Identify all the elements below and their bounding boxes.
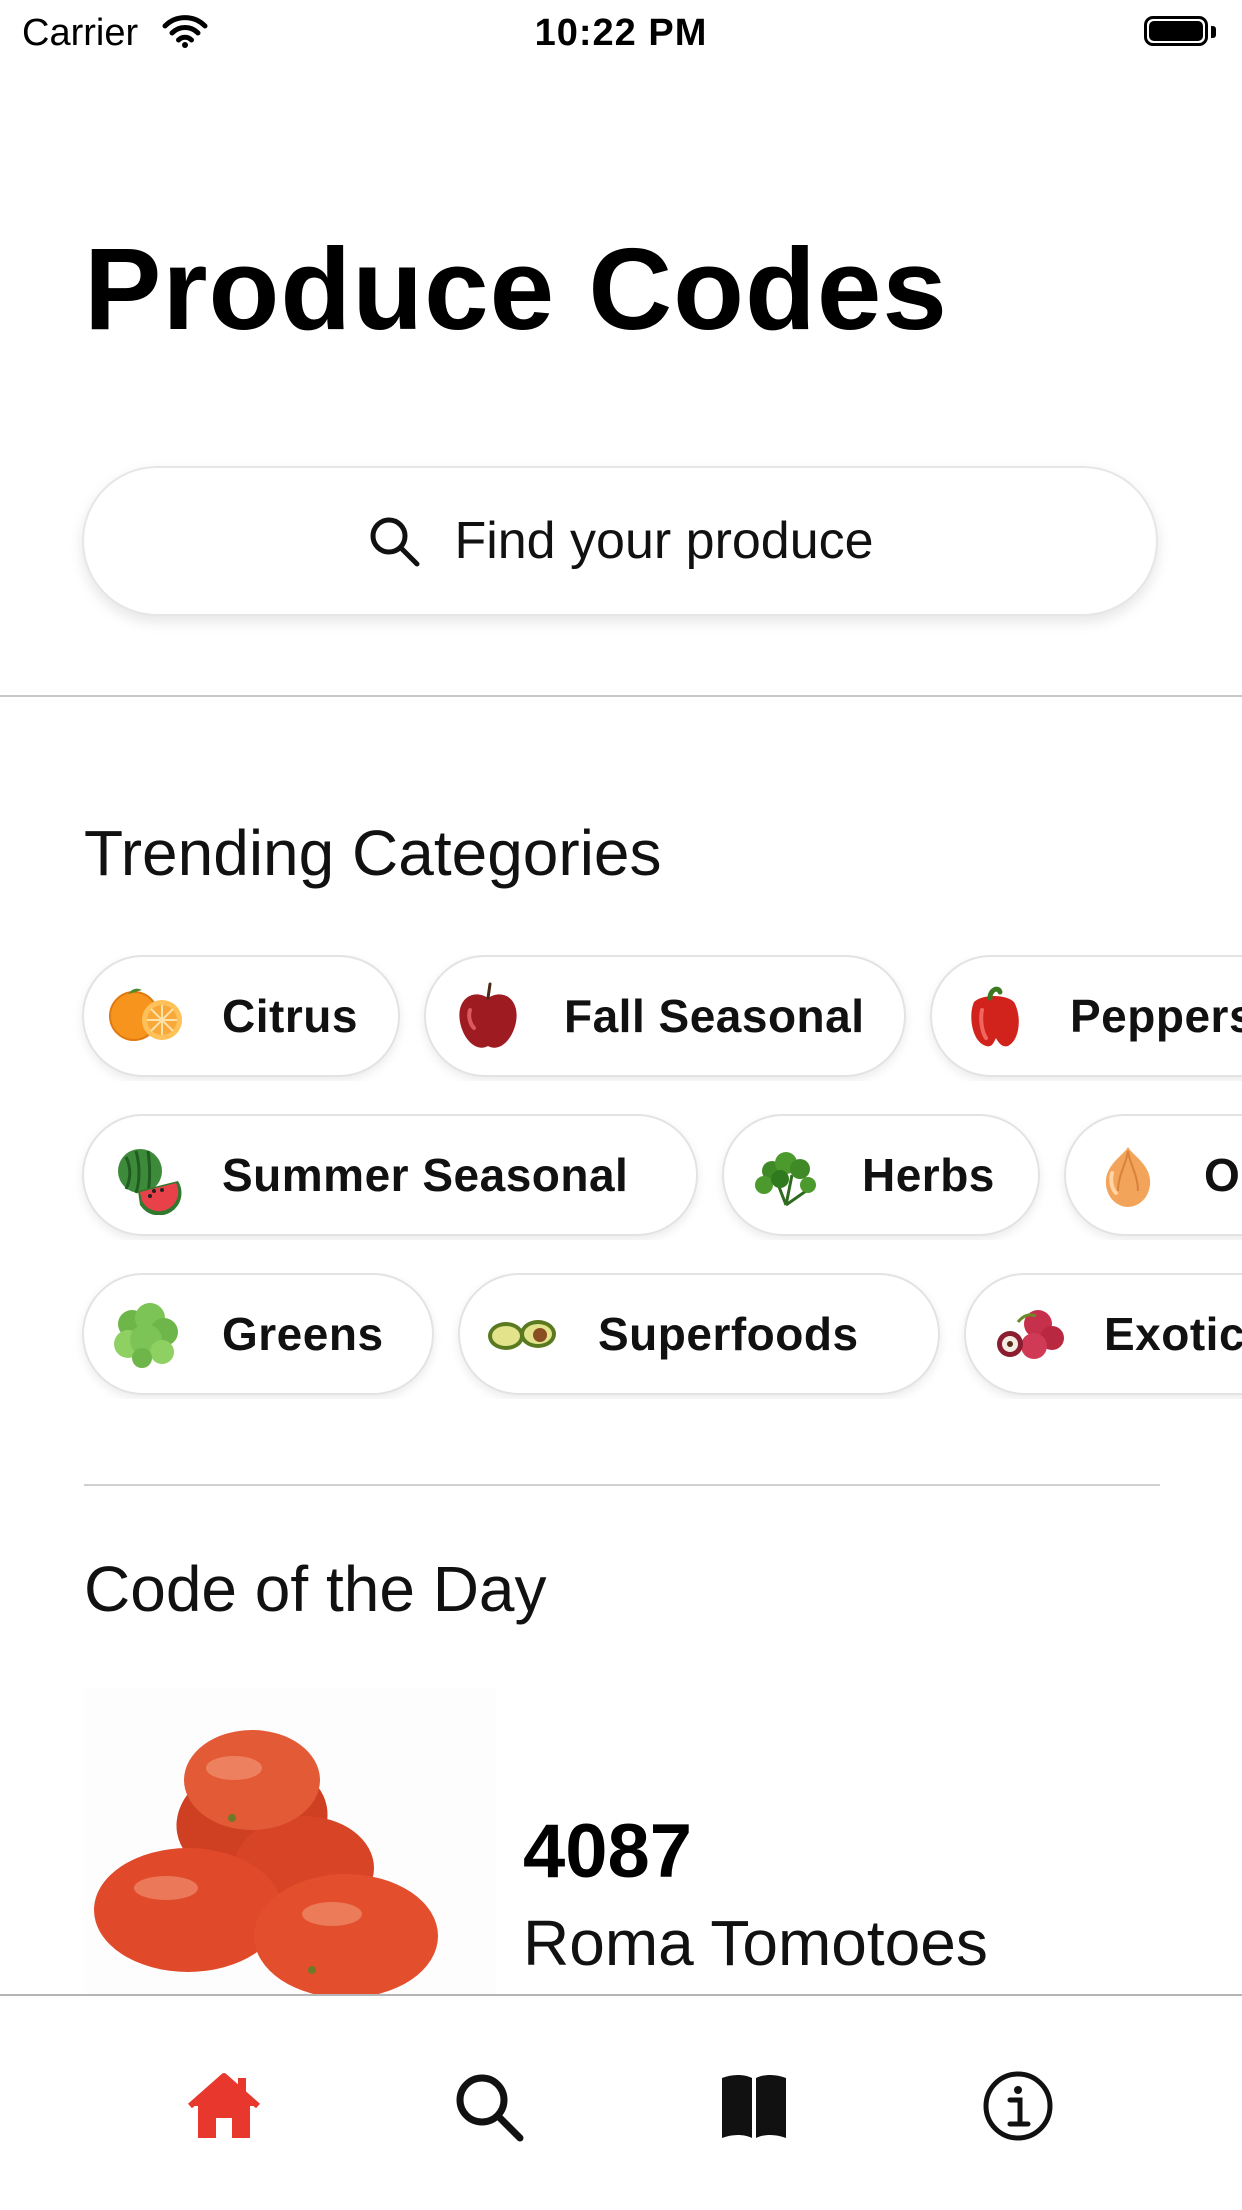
search-placeholder: Find your produce: [454, 512, 874, 570]
category-label: Exotic: [1104, 1308, 1242, 1360]
produce-code: 4087: [523, 1809, 693, 1894]
category-row: Summer Seasonal Herbs Onions: [0, 1114, 1242, 1240]
home-icon[interactable]: [186, 2068, 262, 2144]
category-label: Onions: [1204, 1149, 1242, 1201]
category-label: Fall Seasonal: [564, 990, 865, 1042]
search-icon[interactable]: [450, 2068, 526, 2144]
divider: [0, 695, 1242, 697]
category-label: Greens: [222, 1308, 384, 1360]
watermelon-icon: [118, 1149, 182, 1215]
category-chip-exotic[interactable]: Exotic: [964, 1273, 1242, 1395]
category-label: Herbs: [862, 1149, 995, 1201]
herb-icon: [755, 1152, 816, 1207]
trending-title: Trending Categories: [84, 817, 662, 889]
search-icon: [370, 517, 420, 567]
onion-icon: [1105, 1147, 1151, 1207]
apple-icon: [459, 982, 517, 1048]
category-chip-greens[interactable]: Greens: [82, 1273, 434, 1395]
category-chip-herbs[interactable]: Herbs: [722, 1114, 1040, 1236]
code-of-the-day-title: Code of the Day: [84, 1553, 547, 1625]
category-chip-summer-seasonal[interactable]: Summer Seasonal: [82, 1114, 698, 1236]
lychee-icon: [997, 1310, 1064, 1359]
battery-icon: [1144, 16, 1216, 48]
category-row: Greens Superfoods Exotic: [0, 1273, 1242, 1399]
category-chip-onions[interactable]: Onions: [1064, 1114, 1242, 1236]
category-chip-fall-seasonal[interactable]: Fall Seasonal: [424, 955, 906, 1077]
orange-icon: [109, 988, 182, 1041]
category-label: Summer Seasonal: [222, 1149, 629, 1201]
clock: 10:22 PM: [534, 12, 708, 54]
category-row: Citrus Fall Seasonal Peppers: [0, 955, 1242, 1081]
avocado-icon: [488, 1320, 556, 1350]
category-chip-citrus[interactable]: Citrus: [82, 955, 400, 1077]
status-bar: Carrier 10:22 PM: [0, 0, 1242, 66]
category-chip-peppers[interactable]: Peppers: [930, 955, 1242, 1077]
produce-name: Roma Tomotoes: [523, 1907, 988, 1979]
divider: [84, 1484, 1160, 1486]
page-title: Produce Codes: [84, 224, 948, 354]
pepper-icon: [971, 986, 1019, 1047]
tab-bar: [0, 1994, 1242, 2210]
tomato-image: [94, 1730, 438, 1994]
info-icon[interactable]: [980, 2068, 1056, 2144]
search-bar[interactable]: Find your produce: [82, 466, 1158, 616]
lettuce-icon: [114, 1303, 178, 1368]
category-label: Peppers: [1070, 990, 1242, 1042]
category-chip-superfoods[interactable]: Superfoods: [458, 1273, 940, 1395]
category-label: Citrus: [222, 990, 358, 1042]
category-label: Superfoods: [598, 1308, 859, 1360]
book-icon[interactable]: [716, 2068, 792, 2144]
code-of-the-day-image[interactable]: [84, 1688, 496, 1994]
